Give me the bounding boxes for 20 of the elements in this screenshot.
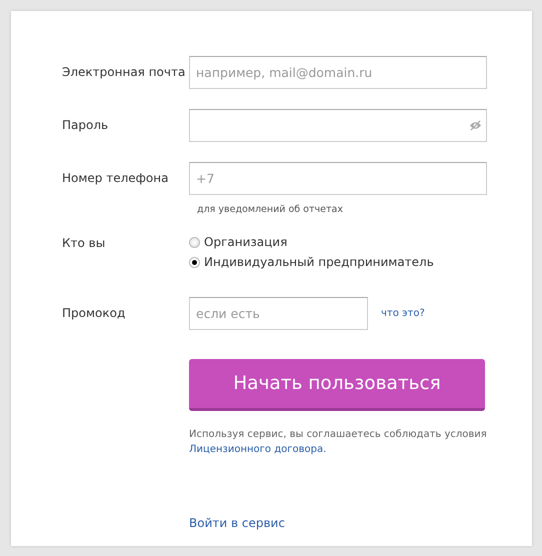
- field-label: Промокод: [62, 305, 126, 322]
- input-field[interactable]: например, mail@domain.ru: [189, 56, 487, 89]
- license-link[interactable]: Лицензионного договора.: [189, 444, 326, 455]
- field-label: Кто вы: [62, 235, 106, 251]
- radio-label[interactable]: Организация: [204, 235, 288, 249]
- radio-button[interactable]: [189, 236, 200, 248]
- eye-icon[interactable]: [469, 120, 482, 131]
- promo-code-field[interactable]: если есть: [189, 297, 368, 330]
- radio-label[interactable]: Индивидуальный предприниматель: [204, 255, 434, 269]
- field-label: Электронная почта: [62, 64, 186, 81]
- password-field[interactable]: [189, 109, 487, 142]
- hint-text: для уведомлений об отчетах: [197, 204, 343, 215]
- login-link[interactable]: Войти в сервис: [189, 516, 285, 530]
- field-label: Номер телефона: [62, 170, 170, 187]
- start-button[interactable]: Начать пользоваться: [189, 359, 485, 411]
- radio-button[interactable]: [189, 256, 200, 268]
- input-field[interactable]: +7: [189, 162, 487, 195]
- agreement-text: Используя сервис, вы соглашаетесь соблюдать условия Лицензионного договора.: [189, 428, 488, 457]
- field-label: Пароль: [62, 117, 110, 134]
- help-link[interactable]: что это?: [381, 308, 425, 319]
